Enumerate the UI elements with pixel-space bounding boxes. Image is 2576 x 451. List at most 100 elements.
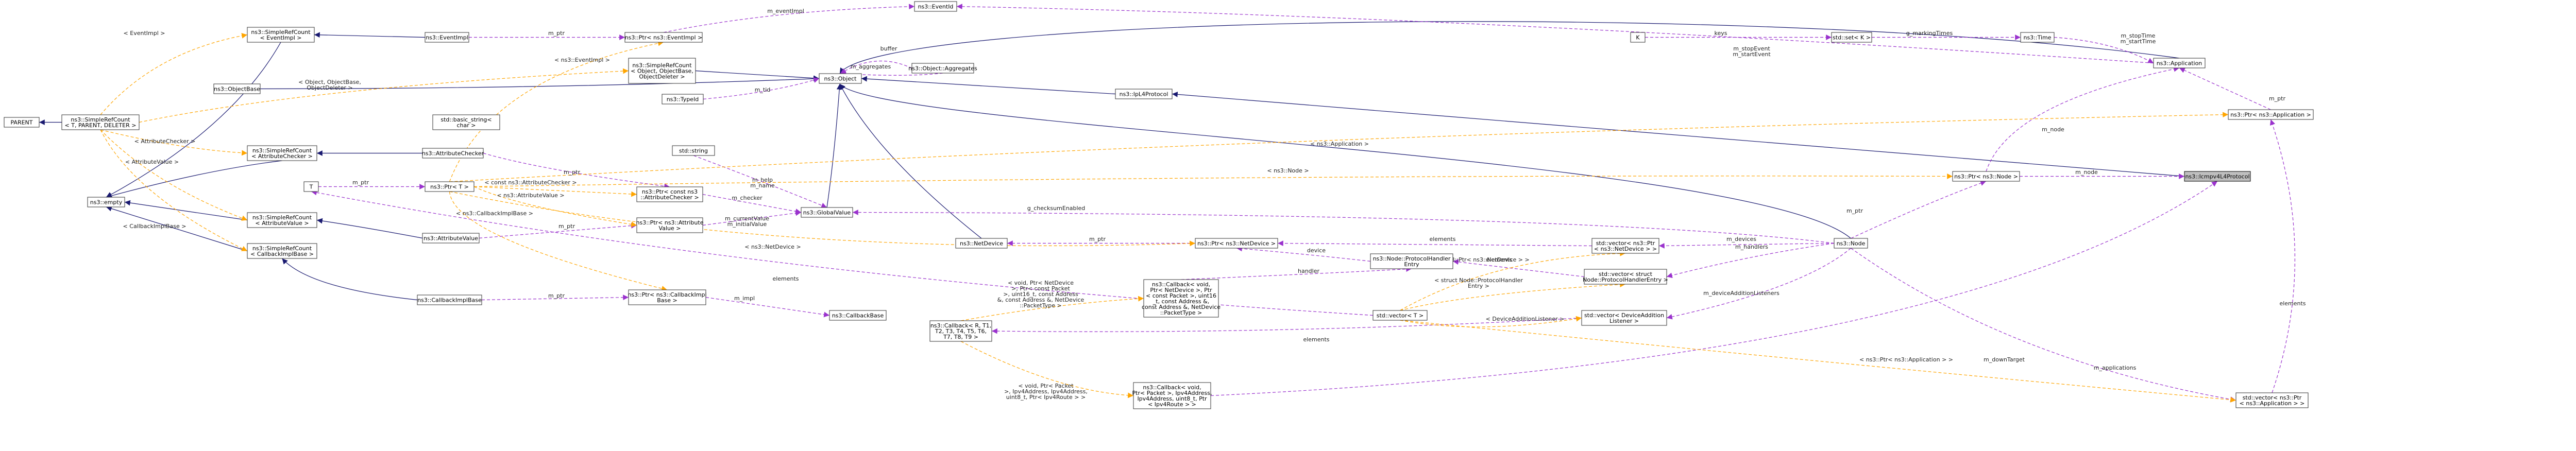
class-node[interactable]: ns3::TypeId bbox=[662, 94, 704, 105]
class-node[interactable]: ns3::EventId bbox=[914, 1, 957, 12]
class-node[interactable]: ns3::IpL4Protocol bbox=[1115, 89, 1173, 99]
inherit-edge bbox=[314, 32, 426, 38]
class-node-label: Listener > bbox=[1609, 318, 1639, 324]
edge-label: m_initialValue bbox=[727, 221, 767, 228]
edge-label: buffer bbox=[880, 45, 897, 52]
inherit-edge bbox=[826, 83, 842, 208]
class-node[interactable]: ns3::Ptr< ns3::AttributeValue > bbox=[636, 217, 704, 233]
class-node[interactable]: ns3::ObjectBase bbox=[213, 83, 261, 94]
class-node[interactable]: std::string bbox=[672, 145, 715, 156]
edge-label: g_checksumEnabled bbox=[1027, 205, 1086, 212]
class-node[interactable]: T bbox=[303, 181, 319, 192]
class-node-label: ::PacketType > bbox=[1160, 309, 1202, 316]
class-node[interactable]: ns3::Application bbox=[2153, 58, 2206, 68]
class-node[interactable]: ns3::SimpleRefCount< AttributeValue > bbox=[247, 212, 317, 228]
usage-edge bbox=[1986, 66, 2180, 172]
edge-label: device bbox=[1307, 247, 1326, 254]
class-node[interactable]: std::basic_string<char > bbox=[432, 114, 500, 130]
class-node[interactable]: PARENT bbox=[4, 117, 40, 128]
class-node[interactable]: ns3::EventImpl bbox=[425, 32, 469, 43]
edge-label: m_checker bbox=[732, 195, 762, 201]
class-node[interactable]: ns3::Ptr< ns3::Node > bbox=[1952, 171, 2020, 182]
usage-edge bbox=[1666, 248, 1851, 320]
class-node[interactable]: K bbox=[1630, 32, 1646, 43]
usage-edge bbox=[1277, 240, 1592, 247]
edge-label: < AttributeChecker > bbox=[134, 138, 196, 145]
class-node[interactable]: ns3::SimpleRefCount< CallbackImplBase > bbox=[247, 243, 317, 259]
class-node[interactable]: ns3::Ptr< ns3::EventImpl > bbox=[624, 32, 703, 43]
edge-label: < ns3::Node > bbox=[1267, 167, 1309, 174]
class-node[interactable]: ns3::Callback< void,Ptr< NetDevice >, Pt… bbox=[1142, 279, 1221, 318]
class-node-label: ns3::CallbackImplBase bbox=[417, 297, 482, 304]
class-node-label: < AttributeChecker > bbox=[251, 153, 313, 160]
class-node[interactable]: std::set< K > bbox=[1831, 32, 1872, 43]
collaboration-diagram: m_nodem_downTargetm_ptrm_nodem_stopTimem… bbox=[4, 1, 2314, 409]
class-node[interactable]: ns3::Callback< void,Ptr< Packet >, Ipv4A… bbox=[1132, 382, 1212, 409]
class-node[interactable]: ns3::Object bbox=[819, 73, 862, 84]
class-node-label: ns3::Node bbox=[1837, 240, 1866, 247]
edge-label: < AttributeValue > bbox=[125, 159, 179, 165]
edge-label: Entry > bbox=[1468, 283, 1489, 289]
template-edge bbox=[473, 174, 1953, 187]
class-node-label: Entry bbox=[1404, 261, 1419, 268]
inherit-edge bbox=[106, 160, 282, 199]
usage-edge bbox=[1236, 246, 1371, 262]
class-node[interactable]: ns3::Ptr< ns3::NetDevice > bbox=[1195, 238, 1278, 249]
class-node[interactable]: ns3::Node bbox=[1834, 238, 1868, 249]
class-node[interactable]: std::vector< ns3::Ptr< ns3::NetDevice > … bbox=[1591, 238, 1659, 254]
class-node[interactable]: ns3::Ptr< const ns3::AttributeChecker > bbox=[636, 186, 703, 202]
class-node-label: PARENT bbox=[11, 119, 33, 126]
class-node[interactable]: ns3::Ptr< T > bbox=[425, 181, 474, 192]
edge-label: m_ptr bbox=[352, 179, 369, 186]
class-node[interactable]: ns3::empty bbox=[87, 197, 125, 207]
class-node-label: ns3::AttributeValue bbox=[423, 235, 478, 242]
usage-edge bbox=[1851, 248, 2236, 402]
class-node-label: < EventImpl > bbox=[260, 34, 302, 41]
edge-label: ObjectDeleter > bbox=[307, 84, 352, 91]
class-node[interactable]: std::vector< DeviceAdditionListener > bbox=[1581, 310, 1667, 326]
class-node-label: K bbox=[1636, 34, 1640, 41]
class-node[interactable]: ns3::NetDevice bbox=[955, 238, 1008, 249]
class-node-label: Node::ProtocolHandlerEntry > bbox=[1583, 276, 1668, 283]
class-node[interactable]: ns3::Ptr< ns3::CallbackImplBase > bbox=[628, 289, 707, 305]
class-node-label: ns3::Ptr< ns3::Application > bbox=[2230, 112, 2311, 118]
edge-label: g_markingTimes bbox=[1906, 30, 1953, 37]
class-node-label: < T, PARENT, DELETER > bbox=[65, 122, 137, 129]
class-node[interactable]: ns3::Object::Aggregates bbox=[908, 63, 977, 74]
class-node[interactable]: ns3::Callback< R, T1,T2, T3, T4, T5, T6,… bbox=[929, 320, 992, 342]
class-node-label: ObjectDeleter > bbox=[639, 74, 685, 80]
class-node-label: ns3::Ptr< ns3::Node > bbox=[1954, 174, 2018, 180]
inherit-edge bbox=[839, 83, 982, 239]
edge-label: < const ns3::AttributeChecker > bbox=[484, 179, 577, 186]
class-node-label: ns3::GlobalValue bbox=[803, 210, 851, 216]
class-node[interactable]: ns3::CallbackBase bbox=[829, 310, 887, 321]
class-node[interactable]: ns3::Ptr< ns3::Application > bbox=[2228, 109, 2314, 120]
inherit-edge bbox=[839, 83, 1851, 239]
class-node[interactable]: std::vector< T > bbox=[1372, 310, 1428, 321]
class-node[interactable]: ns3::SimpleRefCount< AttributeChecker > bbox=[247, 145, 317, 161]
class-node[interactable]: std::vector< structNode::ProtocolHandler… bbox=[1583, 269, 1668, 285]
class-node[interactable]: ns3::GlobalValue bbox=[801, 207, 853, 218]
edge-label: m_ptr bbox=[548, 30, 565, 37]
class-node-label: ns3::ObjectBase bbox=[214, 86, 260, 93]
class-node[interactable]: ns3::CallbackImplBase bbox=[417, 294, 482, 305]
edge-label: m_ptr bbox=[558, 223, 575, 230]
class-node[interactable]: ns3::AttributeChecker bbox=[422, 148, 484, 159]
edge-label: handler bbox=[1298, 268, 1319, 274]
class-node[interactable]: ns3::Node::ProtocolHandlerEntry bbox=[1370, 253, 1453, 269]
usage-edge bbox=[705, 297, 830, 318]
class-node[interactable]: ns3::AttributeValue bbox=[422, 233, 480, 244]
class-node[interactable]: ns3::SimpleRefCount< T, PARENT, DELETER … bbox=[61, 114, 140, 130]
class-node-label: ns3::CallbackBase bbox=[832, 313, 884, 319]
class-node[interactable]: ns3::SimpleRefCount< Object, ObjectBase,… bbox=[628, 58, 696, 84]
edge-label: < ns3::NetDevice > bbox=[744, 244, 801, 250]
class-node[interactable]: ns3::Time bbox=[2020, 32, 2055, 43]
class-node[interactable]: ns3::SimpleRefCount< EventImpl > bbox=[247, 27, 315, 43]
class-node-label: T7, T8, T9 > bbox=[943, 334, 978, 340]
edge-label: keys bbox=[1715, 30, 1727, 37]
class-node-label: Value > bbox=[659, 225, 681, 232]
edge-label: elements bbox=[1429, 236, 1455, 242]
edge-label: < EventImpl > bbox=[124, 30, 165, 37]
class-node[interactable]: std::vector< ns3::Ptr< ns3::Application … bbox=[2235, 392, 2309, 408]
edge-label: m_applications bbox=[2094, 365, 2137, 371]
